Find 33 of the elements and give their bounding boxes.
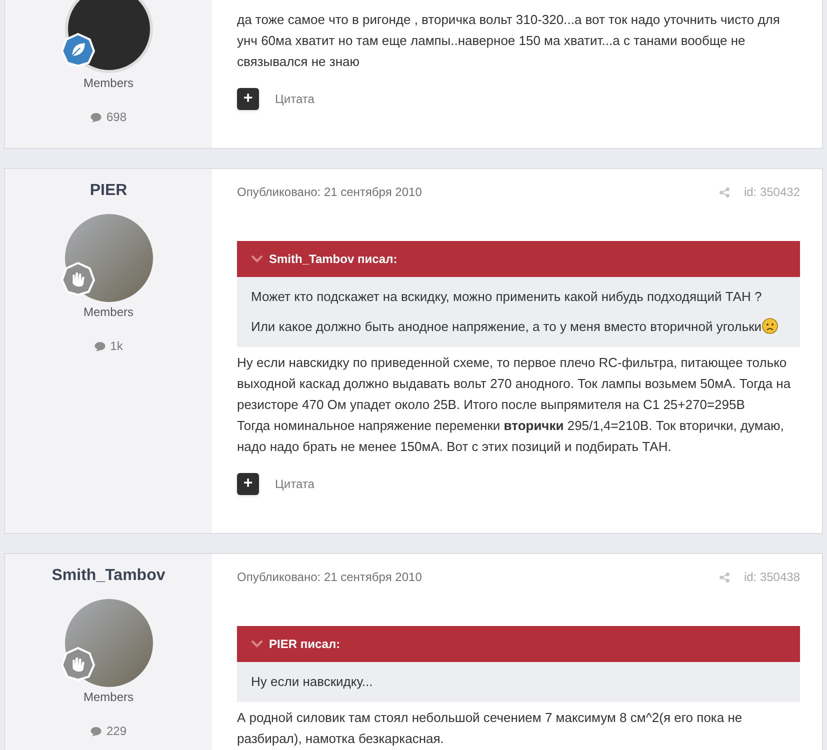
- comment-icon: [90, 112, 102, 122]
- hand-badge-icon: [60, 262, 94, 296]
- post-count: 698: [106, 109, 127, 126]
- sad-face-icon: [762, 318, 778, 334]
- quote-author: PIER писал:: [269, 636, 340, 653]
- add-quote-button[interactable]: +: [237, 88, 259, 110]
- quote-text: Или какое должно быть анодное напряжение, а то у меня вместо вторичной угольки: [251, 317, 786, 337]
- member-group: Members: [83, 688, 134, 706]
- quote-link[interactable]: Цитата: [275, 90, 314, 108]
- publish-date[interactable]: Опубликовано: 21 сентября 2010: [237, 568, 422, 586]
- quote-text: Может кто подскажет на вскидку, можно применить какой нибудь подходящий ТАН ?: [251, 288, 763, 306]
- member-group: Members: [83, 74, 134, 92]
- publish-date[interactable]: Опубликовано: 21 сентября 2010: [237, 183, 422, 201]
- post-count: 1k: [110, 338, 123, 355]
- add-quote-button[interactable]: +: [237, 473, 259, 495]
- post-text: Ну если навскидку по приведенной схеме, то первое плечо RC-фильтра, питающее только выходной каскад должно выдавать вольт 270 анодного. Ток лампы возьмем 50мА. Тогда на резисторе 470 Ом упадет около 25В. Итого после выпрямителя на С1 25+270=295В Тогда номинальное напряжение переменки вторички 295/1,4=210В. Ток вторички, думаю, надо надо брать не менее 150мА. Вот с этих позиций и подбирать ТАН.: [237, 354, 792, 456]
- quote-header[interactable]: Smith_Tambov писал:: [237, 241, 800, 277]
- leaf-badge-icon: [60, 33, 94, 67]
- post-count: 229: [106, 723, 127, 740]
- quote-header[interactable]: PIER писал:: [237, 626, 800, 662]
- hand-badge-icon: [60, 647, 94, 681]
- comment-icon: [90, 726, 102, 736]
- chevron-down-icon: [251, 640, 263, 648]
- author-name[interactable]: PIER: [90, 181, 128, 201]
- post-text: А родной силовик там стоял небольшой сечением 7 максимум 8 см^2(я его пока не разбирал), намотка безкаркасная.: [237, 709, 744, 748]
- quote-text: Ну если навскидку...: [251, 673, 374, 691]
- author-name[interactable]: Smith_Tambov: [52, 566, 166, 586]
- comment-icon: [94, 340, 106, 352]
- quote-author: Smith_Tambov писал:: [269, 251, 398, 268]
- chevron-down-icon: [251, 255, 263, 263]
- member-group: Members: [83, 303, 134, 321]
- post-text: да тоже самое что в ригонде , вторичка вольт 310-320...а вот ток надо уточнить чисто для унч 60ма хватит но там еще лампы..наверное 150 ма хватит...а с танами вообще не связывался не знаю: [237, 11, 781, 71]
- quote-link[interactable]: Цитата: [275, 475, 314, 493]
